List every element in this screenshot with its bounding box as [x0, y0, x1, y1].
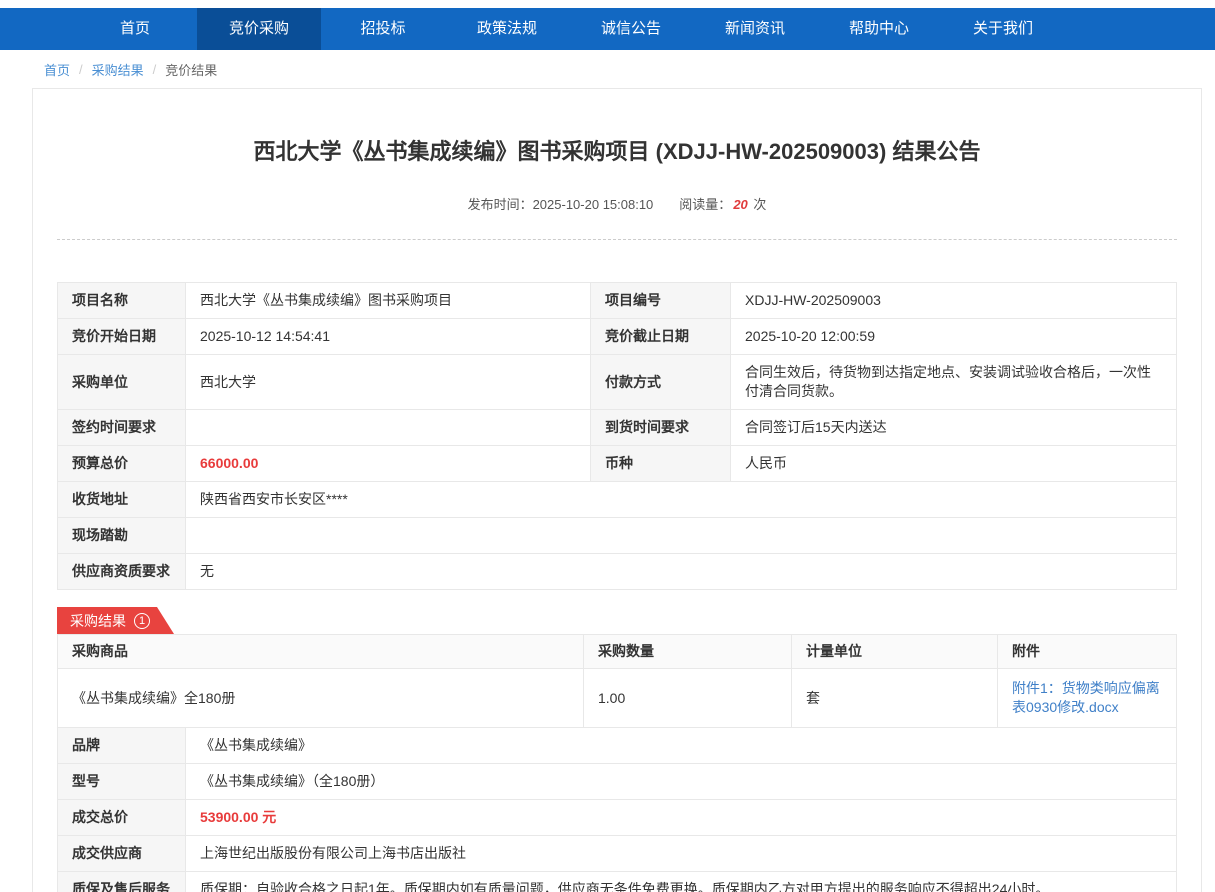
- table-row: 签约时间要求 到货时间要求 合同签订后15天内送达: [58, 410, 1177, 446]
- views-count: 20: [733, 197, 747, 212]
- bid-end-value: 2025-10-20 12:00:59: [731, 319, 1177, 355]
- breadcrumb-separator: /: [79, 62, 83, 77]
- header-unit: 计量单位: [792, 635, 998, 669]
- bid-start-label: 竞价开始日期: [58, 319, 186, 355]
- result-details-table: 品牌 《丛书集成续编》 型号 《丛书集成续编》（全180册） 成交总价 5390…: [57, 727, 1177, 892]
- supplier-qualification-value: 无: [186, 554, 1177, 590]
- top-gap: [0, 0, 1215, 8]
- dashed-divider: [57, 239, 1177, 240]
- nav-item-integrity-notice[interactable]: 诚信公告: [569, 8, 693, 50]
- publish-time-label: 发布时间：: [468, 197, 533, 212]
- delivery-time-value: 合同签订后15天内送达: [731, 410, 1177, 446]
- nav-item-tendering[interactable]: 招投标: [321, 8, 445, 50]
- budget-total-value: 66000.00: [186, 446, 591, 482]
- nav-item-about-us[interactable]: 关于我们: [941, 8, 1065, 50]
- table-row: 品牌 《丛书集成续编》: [58, 728, 1177, 764]
- model-value: 《丛书集成续编》（全180册）: [186, 764, 1177, 800]
- nav-item-bidding-procurement[interactable]: 竞价采购: [197, 8, 321, 50]
- breadcrumb-procurement-results[interactable]: 采购结果: [92, 60, 144, 79]
- nav-item-news[interactable]: 新闻资讯: [693, 8, 817, 50]
- deal-total-price-value: 53900.00 元: [186, 800, 1177, 836]
- product-value: 《丛书集成续编》全180册: [58, 669, 584, 728]
- breadcrumb-current-bidding-results: 竞价结果: [165, 60, 217, 79]
- project-name-value: 西北大学《丛书集成续编》图书采购项目: [186, 283, 591, 319]
- delivery-address-value: 陕西省西安市长安区****: [186, 482, 1177, 518]
- project-info-table: 项目名称 西北大学《丛书集成续编》图书采购项目 项目编号 XDJJ-HW-202…: [57, 282, 1177, 590]
- header-attachment: 附件: [998, 635, 1177, 669]
- breadcrumb-home[interactable]: 首页: [44, 60, 70, 79]
- table-row: 收货地址 陕西省西安市长安区****: [58, 482, 1177, 518]
- table-row: 采购单位 西北大学 付款方式 合同生效后，待货物到达指定地点、安装调试验收合格后…: [58, 355, 1177, 410]
- table-row: 成交供应商 上海世纪出版股份有限公司上海书店出版社: [58, 836, 1177, 872]
- table-row: 项目名称 西北大学《丛书集成续编》图书采购项目 项目编号 XDJJ-HW-202…: [58, 283, 1177, 319]
- table-row: 成交总价 53900.00 元: [58, 800, 1177, 836]
- brand-label: 品牌: [58, 728, 186, 764]
- payment-method-value: 合同生效后，待货物到达指定地点、安装调试验收合格后，一次性付清合同货款。: [731, 355, 1177, 410]
- budget-total-label: 预算总价: [58, 446, 186, 482]
- signing-time-label: 签约时间要求: [58, 410, 186, 446]
- bid-start-value: 2025-10-12 14:54:41: [186, 319, 591, 355]
- page-title: 西北大学《丛书集成续编》图书采购项目 (XDJJ-HW-202509003) 结…: [57, 137, 1177, 167]
- quantity-value: 1.00: [584, 669, 792, 728]
- result-items-table: 采购商品 采购数量 计量单位 附件 《丛书集成续编》全180册 1.00 套 附…: [57, 634, 1177, 728]
- table-row: 质保及售后服务 质保期：自验收合格之日起1年。质保期内如有质量问题，供应商无条件…: [58, 872, 1177, 892]
- header-quantity: 采购数量: [584, 635, 792, 669]
- unit-value: 套: [792, 669, 998, 728]
- announcement-card: 西北大学《丛书集成续编》图书采购项目 (XDJJ-HW-202509003) 结…: [32, 88, 1202, 892]
- site-survey-label: 现场踏勘: [58, 518, 186, 554]
- project-number-label: 项目编号: [591, 283, 731, 319]
- model-label: 型号: [58, 764, 186, 800]
- views-label: 阅读量：: [679, 197, 731, 212]
- table-row: 《丛书集成续编》全180册 1.00 套 附件1：货物类响应偏离表0930修改.…: [58, 669, 1177, 728]
- attachment-link[interactable]: 附件1：货物类响应偏离表0930修改.docx: [1012, 680, 1160, 715]
- procurement-result-badge-label: 采购结果: [70, 611, 126, 631]
- currency-value: 人民币: [731, 446, 1177, 482]
- purchaser-label: 采购单位: [58, 355, 186, 410]
- winning-supplier-label: 成交供应商: [58, 836, 186, 872]
- nav-item-policies[interactable]: 政策法规: [445, 8, 569, 50]
- deal-total-price-label: 成交总价: [58, 800, 186, 836]
- badge-number-circle-icon: 1: [134, 613, 150, 629]
- warranty-service-value: 质保期：自验收合格之日起1年。质保期内如有质量问题，供应商无条件免费更换。质保期…: [186, 872, 1177, 892]
- project-name-label: 项目名称: [58, 283, 186, 319]
- delivery-time-label: 到货时间要求: [591, 410, 731, 446]
- breadcrumb: 首页 / 采购结果 / 竞价结果: [0, 50, 1215, 88]
- purchaser-value: 西北大学: [186, 355, 591, 410]
- brand-value: 《丛书集成续编》: [186, 728, 1177, 764]
- breadcrumb-separator: /: [153, 62, 157, 77]
- header-product: 采购商品: [58, 635, 584, 669]
- bid-end-label: 竞价截止日期: [591, 319, 731, 355]
- table-row: 预算总价 66000.00 币种 人民币: [58, 446, 1177, 482]
- nav-item-help-center[interactable]: 帮助中心: [817, 8, 941, 50]
- payment-method-label: 付款方式: [591, 355, 731, 410]
- procurement-result-badge: 采购结果 1: [57, 607, 174, 634]
- publish-time-value: 2025-10-20 15:08:10: [533, 197, 654, 212]
- currency-label: 币种: [591, 446, 731, 482]
- publish-meta: 发布时间：2025-10-20 15:08:10 阅读量：20 次: [57, 194, 1177, 213]
- warranty-service-label: 质保及售后服务: [58, 872, 186, 892]
- views-unit: 次: [753, 197, 766, 212]
- table-row: 现场踏勘: [58, 518, 1177, 554]
- supplier-qualification-label: 供应商资质要求: [58, 554, 186, 590]
- table-row: 供应商资质要求 无: [58, 554, 1177, 590]
- table-header-row: 采购商品 采购数量 计量单位 附件: [58, 635, 1177, 669]
- nav-item-home[interactable]: 首页: [73, 8, 197, 50]
- project-number-value: XDJJ-HW-202509003: [731, 283, 1177, 319]
- table-row: 型号 《丛书集成续编》（全180册）: [58, 764, 1177, 800]
- delivery-address-label: 收货地址: [58, 482, 186, 518]
- table-row: 竞价开始日期 2025-10-12 14:54:41 竞价截止日期 2025-1…: [58, 319, 1177, 355]
- winning-supplier-value: 上海世纪出版股份有限公司上海书店出版社: [186, 836, 1177, 872]
- site-survey-value: [186, 518, 1177, 554]
- signing-time-value: [186, 410, 591, 446]
- main-nav: 首页 竞价采购 招投标 政策法规 诚信公告 新闻资讯 帮助中心 关于我们: [0, 8, 1215, 50]
